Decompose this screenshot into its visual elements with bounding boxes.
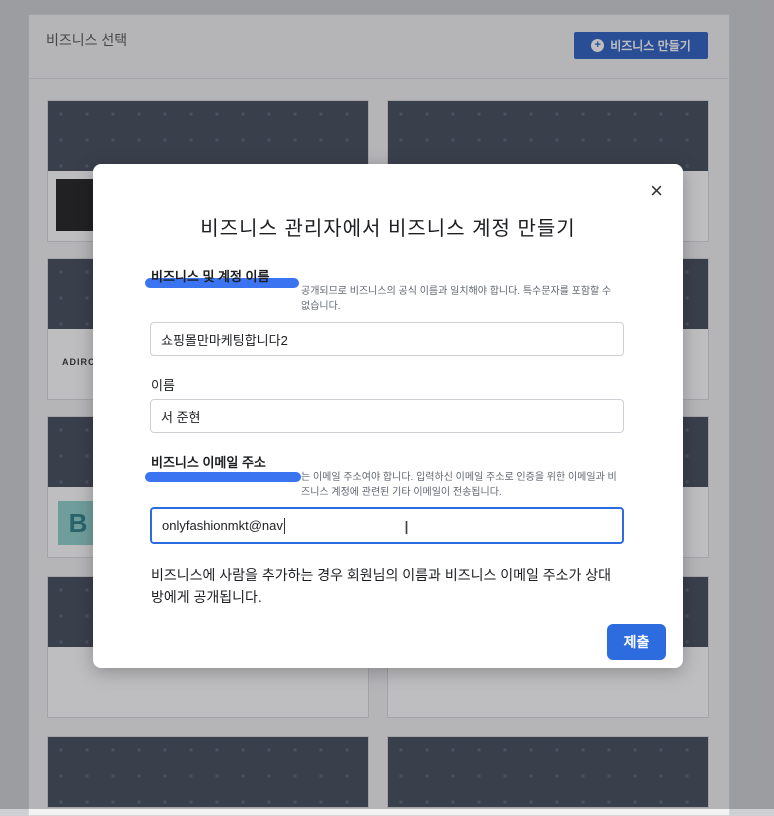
business-email-help: 는 이메일 주소여야 합니다. 입력하신 이메일 주소로 인증을 위한 이메일과…: [301, 472, 617, 498]
name-input[interactable]: 서 준현: [150, 399, 624, 433]
name-value: 서 준현: [161, 409, 201, 425]
privacy-notice: 비즈니스에 사람을 추가하는 경우 회원님의 이름과 비즈니스 이메일 주소가 …: [151, 567, 612, 605]
name-label: 이름: [151, 378, 175, 393]
business-name-help: 공개되므로 비즈니스의 공식 이름과 일치해야 합니다. 특수문자를 포함할 수…: [301, 286, 612, 312]
business-email-label: 비즈니스 이메일 주소: [151, 455, 266, 470]
text-cursor-icon: I: [404, 518, 410, 538]
dialog-title: 비즈니스 관리자에서 비즈니스 계정 만들기: [200, 218, 576, 240]
business-name-label: 비즈니스 및 계정 이름: [151, 269, 270, 284]
business-name-input[interactable]: 쇼핑몰만마케팅합니다2: [150, 322, 624, 356]
business-email-input[interactable]: onlyfashionmkt@nav: [150, 507, 624, 544]
business-email-value: onlyfashionmkt@nav: [162, 518, 283, 533]
create-business-dialog: × 비즈니스 관리자에서 비즈니스 계정 만들기 비즈니스 및 계정 이름 공개…: [93, 164, 683, 668]
text-caret: [283, 517, 285, 534]
business-name-value: 쇼핑몰만마케팅합니다2: [161, 332, 288, 348]
submit-button[interactable]: 제출: [607, 624, 666, 660]
close-icon[interactable]: ×: [650, 178, 663, 204]
